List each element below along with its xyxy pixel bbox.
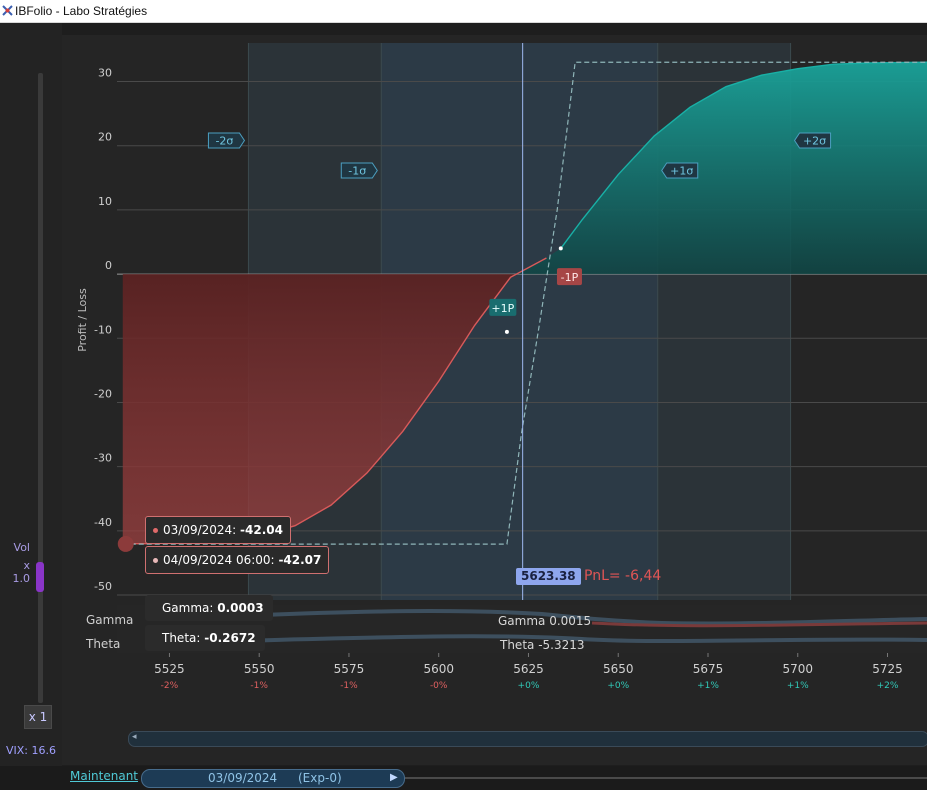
x-tick-label: 5625 xyxy=(513,662,544,676)
gamma-axis-label: Gamma xyxy=(86,613,134,627)
y-tick-label: -10 xyxy=(94,323,112,336)
x-tick-label: 5675 xyxy=(693,662,724,676)
gamma-tooltip: Gamma: 0.0003 xyxy=(145,595,273,621)
y-tick-label: -40 xyxy=(94,516,112,529)
volatility-panel: Vol x 1.0 x 1 VIX: 16.6 xyxy=(0,23,62,767)
hover-point xyxy=(117,535,134,552)
y-tick-label: -30 xyxy=(94,452,112,465)
y-tick-label: -50 xyxy=(94,580,112,593)
scroll-left-icon[interactable]: ◂ xyxy=(132,732,137,742)
current-price-tag: 5623.38 xyxy=(516,568,581,585)
x-tick-label: 5600 xyxy=(423,662,454,676)
tooltip-value: -42.07 xyxy=(278,553,322,567)
gamma-tooltip-label: Gamma: xyxy=(162,601,214,615)
y-tick-label: 10 xyxy=(98,195,112,208)
x-tick-label: 5525 xyxy=(154,662,185,676)
vol-slider-track[interactable] xyxy=(38,73,43,703)
x-pct-label: -1% xyxy=(250,681,268,691)
gamma-center-readout: Gamma 0.0015 xyxy=(498,614,592,628)
x-tick-label: 5550 xyxy=(244,662,275,676)
x-pct-label: +0% xyxy=(607,681,629,691)
theta-tooltip: Theta: -0.2672 xyxy=(145,625,265,651)
window-title: IBFolio - Labo Stratégies xyxy=(15,4,148,18)
payoff-chart[interactable]: +1P -1P -2σ -1σ +1σ +2σ 5525 -2% 5550 -1% 5575 -1%… xyxy=(62,35,927,765)
x-pct-label: +2% xyxy=(877,681,899,691)
data-point xyxy=(504,329,509,334)
x-pct-label: +1% xyxy=(787,681,809,691)
x-tick-label: 5575 xyxy=(334,662,365,676)
position-marker-label: -1P xyxy=(561,271,579,284)
pnl-tooltip-expiry: 04/09/2024 06:00: -42.07 xyxy=(145,546,330,574)
app-logo-icon xyxy=(2,5,13,16)
window-titlebar: IBFolio - Labo Stratégies xyxy=(0,0,927,23)
x-tick-label: 5700 xyxy=(782,662,813,676)
x-pct-label: -1% xyxy=(340,681,358,691)
sigma-tag-label: +1σ xyxy=(670,165,693,178)
theta-center-readout: Theta -5.3213 xyxy=(500,638,585,652)
series-dot-icon xyxy=(153,528,158,533)
theta-tooltip-value: -0.2672 xyxy=(204,631,256,645)
y-tick-label: 30 xyxy=(98,67,112,80)
pnl-tooltip-today: 03/09/2024: -42.04 xyxy=(145,516,291,544)
sigma-tag-label: +2σ xyxy=(803,135,826,148)
tooltip-value: -42.04 xyxy=(240,523,283,537)
y-tick-label: 0 xyxy=(105,259,112,272)
theta-axis-label: Theta xyxy=(86,637,121,651)
data-point xyxy=(558,246,563,251)
series-dot-icon xyxy=(153,558,158,563)
x-tick-label: 5725 xyxy=(872,662,903,676)
sigma-tag-label: -1σ xyxy=(348,165,366,178)
payoff-chart-svg[interactable]: +1P -1P -2σ -1σ +1σ +2σ 5525 -2% 5550 -1% 5575 -1%… xyxy=(62,35,927,765)
vol-multiplier: x 1.0 xyxy=(12,559,31,585)
position-marker-label: +1P xyxy=(491,302,514,315)
gamma-tooltip-value: 0.0003 xyxy=(217,601,264,615)
x-pct-label: -2% xyxy=(161,681,179,691)
theta-tooltip-label: Theta: xyxy=(162,631,201,645)
play-icon[interactable]: ▶ xyxy=(390,772,398,783)
zoom-reset-button[interactable]: x 1 xyxy=(24,705,52,729)
date-value: 03/09/2024 xyxy=(208,771,278,785)
date-selector[interactable]: 03/09/2024 (Exp-0) ▶ xyxy=(141,769,405,788)
sigma-tag-label: -2σ xyxy=(215,135,233,148)
vol-slider-handle[interactable] xyxy=(36,562,44,592)
x-tick-label: 5650 xyxy=(603,662,634,676)
time-bar: Maintenant 03/09/2024 (Exp-0) ▶ xyxy=(0,766,927,790)
x-pct-label: -0% xyxy=(430,681,448,691)
expiry-offset: (Exp-0) xyxy=(298,771,342,785)
vol-label: Vol xyxy=(13,541,30,554)
timeline-track[interactable] xyxy=(405,777,927,779)
pnl-readout: PnL= -6,44 xyxy=(584,568,662,584)
tooltip-date: 03/09/2024: xyxy=(163,523,237,537)
x-pct-label: +0% xyxy=(518,681,540,691)
y-axis-label: Profit / Loss xyxy=(76,288,89,352)
chart-horizontal-scrollbar[interactable]: ◂ xyxy=(128,731,927,747)
x-pct-label: +1% xyxy=(697,681,719,691)
tooltip-date: 04/09/2024 06:00: xyxy=(163,553,275,567)
now-link[interactable]: Maintenant xyxy=(70,769,138,783)
y-tick-label: 20 xyxy=(98,131,112,144)
vix-readout: VIX: 16.6 xyxy=(6,744,56,757)
y-tick-label: -20 xyxy=(94,387,112,400)
